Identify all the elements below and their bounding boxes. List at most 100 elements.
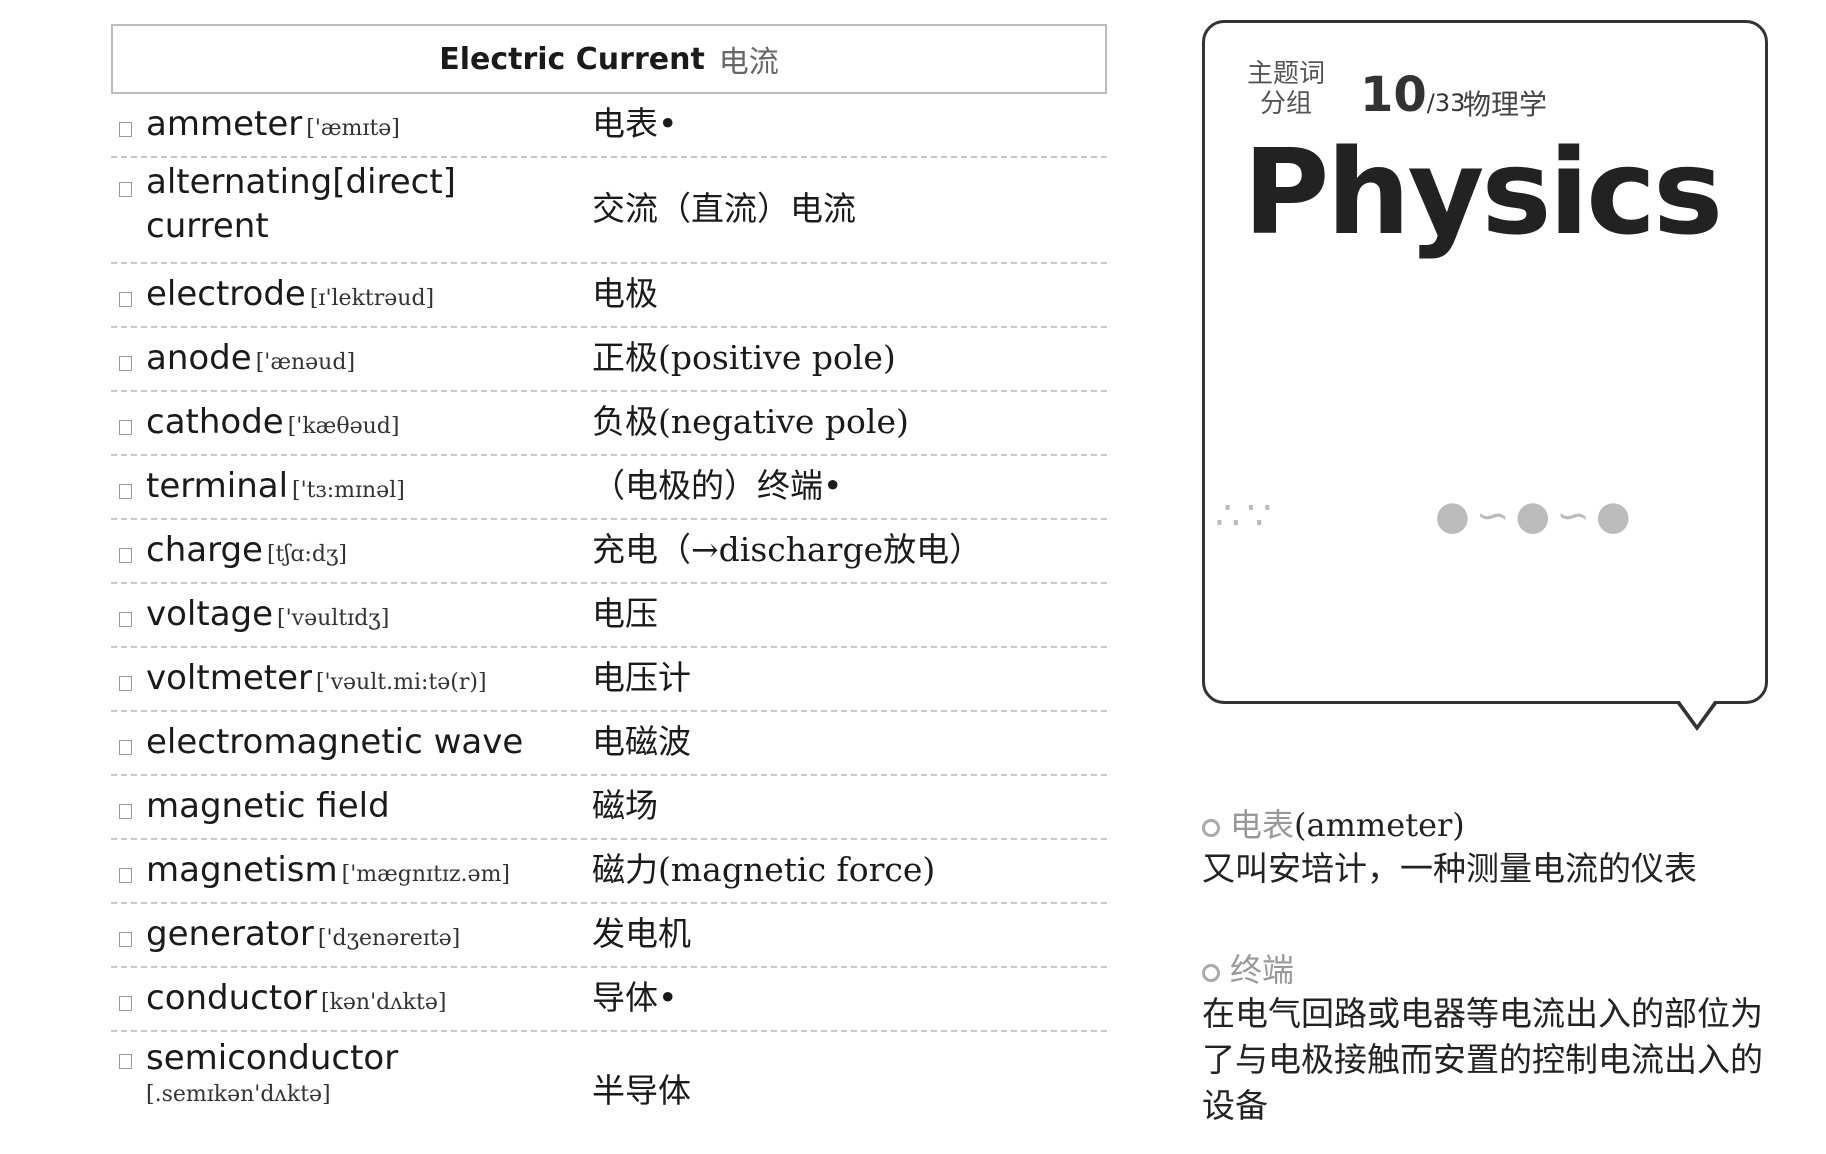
term-meaning: 电表• [592,104,678,143]
speech-tail-fill [1679,700,1715,725]
term-phonetic: ['æmɪtə] [306,116,400,141]
group-index: 10 [1360,67,1427,123]
term-word: conductor [146,978,317,1018]
vocab-term: electrode [ɪ'lektrəud] [146,272,566,321]
term-phonetic: ['vəult.mi:tə(r)] [315,670,487,695]
term-meaning: 电极 [592,274,658,313]
note-head-en: (ammeter) [1294,806,1465,844]
term-word: ammeter [146,104,303,144]
checkbox-icon[interactable] [119,740,132,755]
section-title-zh: 电流 [718,45,779,80]
checkbox-icon[interactable] [119,292,132,307]
note-head-zh: 电表 [1230,806,1295,844]
term-meaning: 电压 [592,594,658,633]
term-meaning: 交流（直流）电流 [592,189,856,228]
term-word: charge [146,530,263,570]
vocab-term: conductor [kən'dʌktə] [146,976,566,1025]
note-body: 在电气回路或电器等电流出入的部位为了与电极接触而安置的控制电流出入的设备 [1202,994,1763,1125]
checkbox-icon[interactable] [119,1054,132,1069]
vocab-term: alternating[direct] current [146,160,566,248]
vocab-term: terminal ['tɜ:mɪnəl] [146,464,566,513]
vocab-term: magnetic field [146,784,566,828]
term-meaning: 发电机 [592,914,691,953]
term-word: electromagnetic wave [146,722,524,762]
vocab-term: magnetism ['mægnɪtɪz.əm] [146,848,566,897]
term-phonetic: [kən'dʌktə] [320,990,447,1015]
term-word: magnetic field [146,786,390,826]
vocab-row: voltmeter ['vəult.mi:tə(r)] 电压计 [111,648,1107,712]
vocab-row: ammeter ['æmɪtə] 电表• [111,94,1107,158]
bullet-icon [1202,963,1220,982]
checkbox-icon[interactable] [119,548,132,563]
checkbox-icon[interactable] [119,612,132,627]
note-ammeter: 电表(ammeter) 又叫安培计，一种测量电流的仪表 [1202,800,1772,892]
vocab-row: electromagnetic wave 电磁波 [111,712,1107,776]
subject-label: 物理学 [1463,88,1548,121]
term-phonetic: ['ænəud] [255,350,356,375]
term-phonetic: [tʃɑ:dʒ] [266,542,347,567]
vocab-row: voltage ['vəultɪdʒ] 电压 [111,584,1107,648]
term-meaning: 磁场 [592,786,658,825]
term-word: voltage [146,594,274,634]
vocab-term: electromagnetic wave [146,720,566,764]
term-meaning: 导体• [592,978,678,1017]
topic-tag: 主题词 分组 [1247,59,1325,119]
note-head-zh: 终端 [1230,951,1295,989]
term-word: terminal [146,466,289,506]
vocab-term: ammeter ['æmɪtə] [146,102,566,151]
term-meaning: 半导体 [592,1071,691,1110]
checkbox-icon[interactable] [119,182,132,197]
term-word: anode [146,338,252,378]
vocab-term: generator ['dʒenəreɪtə] [146,912,566,961]
checkbox-icon[interactable] [119,932,132,947]
vocab-row: cathode ['kæθəud] 负极(negative pole) [111,392,1107,456]
term-phonetic: ['vəultɪdʒ] [277,606,390,631]
term-meaning: 磁力(magnetic force) [592,850,936,889]
term-word: magnetism [146,850,338,890]
term-word: alternating[direct] current [146,162,456,246]
bullet-icon [1202,818,1220,837]
vocab-term: charge [tʃɑ:dʒ] [146,528,566,577]
term-meaning: 电磁波 [592,722,691,761]
term-meaning: （电极的）终端• [592,466,843,505]
vocab-row: magnetic field 磁场 [111,776,1107,840]
tag-line-1: 主题词 [1247,59,1326,89]
checkbox-icon[interactable] [119,420,132,435]
checkbox-icon[interactable] [119,484,132,499]
decoration-icon: ●∽●∽● [1435,493,1637,539]
term-meaning: 充电（→discharge放电） [592,530,983,569]
vocab-term: voltmeter ['vəult.mi:tə(r)] [146,656,566,705]
term-word: generator [146,914,314,954]
term-phonetic: [ɪ'lektrəud] [309,286,435,311]
term-phonetic: ['dʒenəreɪtə] [317,926,461,951]
checkbox-icon[interactable] [119,804,132,819]
card-title: Physics [1243,123,1723,261]
vocab-term: semiconductor [.semɪkən'dʌktə] [146,1036,566,1110]
checkbox-icon[interactable] [119,122,132,137]
section-title-en: Electric Current [439,41,705,77]
vocab-row: conductor [kən'dʌktə] 导体• [111,968,1107,1032]
term-meaning: 负极(negative pole) [592,402,909,441]
vocab-row: magnetism ['mægnɪtɪz.əm] 磁力(magnetic force… [111,840,1107,904]
term-word: electrode [146,274,306,314]
checkbox-icon[interactable] [119,868,132,883]
checkbox-icon[interactable] [119,356,132,371]
vocab-row: electrode [ɪ'lektrəud] 电极 [111,264,1107,328]
note-terminal: 终端 在电气回路或电器等电流出入的部位为了与电极接触而安置的控制电流出入的设备 [1202,945,1772,1129]
vocab-term: voltage ['vəultɪdʒ] [146,592,566,641]
decoration-icon: ∴∵ [1215,493,1278,539]
group-total: /33 [1426,89,1466,117]
term-phonetic: [.semɪkən'dʌktə] [146,1082,331,1107]
section-header: Electric Current 电流 [111,24,1107,94]
term-meaning: 正极(positive pole) [592,338,896,377]
vocab-row: semiconductor [.semɪkən'dʌktə] 半导体 [111,1032,1107,1154]
vocab-term: cathode ['kæθəud] [146,400,566,449]
vocabulary-list: ammeter ['æmɪtə] 电表• alternating[direct] cu… [111,94,1107,1154]
vocab-row: anode ['ænəud] 正极(positive pole) [111,328,1107,392]
note-body: 又叫安培计，一种测量电流的仪表 [1202,849,1697,888]
checkbox-icon[interactable] [119,676,132,691]
topic-card: 主题词 分组 10/33 物理学 Physics ∴∵ ●∽●∽● [1202,20,1768,704]
vocab-row: generator ['dʒenəreɪtə] 发电机 [111,904,1107,968]
checkbox-icon[interactable] [119,996,132,1011]
vocab-row: alternating[direct] current 交流（直流）电流 [111,158,1107,264]
